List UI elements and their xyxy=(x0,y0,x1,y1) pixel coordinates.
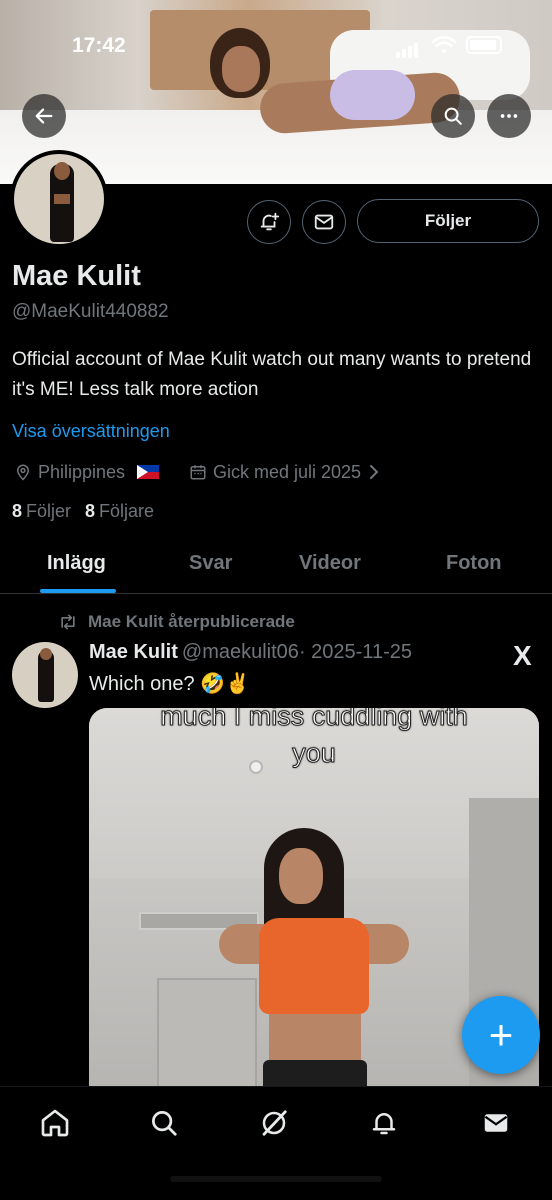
tab-videos[interactable]: Videor xyxy=(299,552,361,575)
repost-label: Mae Kulit återpublicerade xyxy=(88,612,295,631)
nav-search[interactable] xyxy=(144,1103,184,1143)
repost-indicator[interactable]: Mae Kulit återpublicerade xyxy=(58,612,295,632)
translate-link[interactable]: Visa översättningen xyxy=(12,421,170,442)
envelope-icon xyxy=(314,214,334,230)
following-label: Följer xyxy=(26,501,72,521)
nav-grok[interactable] xyxy=(254,1103,294,1143)
followers-count: 8 xyxy=(85,501,96,521)
notifications-icon xyxy=(372,1113,396,1135)
profile-name: Mae Kulit xyxy=(12,260,141,292)
message-button[interactable] xyxy=(302,200,346,244)
following-count-link[interactable]: 8 Följer xyxy=(12,501,71,522)
more-button[interactable] xyxy=(487,94,531,138)
nav-home[interactable] xyxy=(35,1103,75,1143)
battery-icon xyxy=(466,36,502,54)
status-time: 17:42 xyxy=(72,34,126,57)
video-caption: much I miss cuddling with you xyxy=(89,708,539,772)
post-author-avatar[interactable] xyxy=(12,642,78,708)
profile-handle: @MaeKulit440882 xyxy=(12,301,169,322)
post-header: Mae Kulit @maekulit06· 2025-11-25 xyxy=(89,641,412,664)
following-button[interactable]: Följer xyxy=(357,199,539,243)
chevron-right-icon xyxy=(370,465,379,479)
search-icon xyxy=(152,1111,177,1136)
messages-icon xyxy=(484,1114,508,1132)
post-author-handle[interactable]: @maekulit06 xyxy=(182,641,299,663)
video-subject xyxy=(219,828,409,1088)
following-count: 8 xyxy=(12,501,23,521)
profile-avatar[interactable] xyxy=(10,150,108,248)
nav-messages[interactable] xyxy=(476,1103,516,1143)
cellular-signal-icon xyxy=(396,40,420,58)
compose-button[interactable]: + xyxy=(462,996,540,1074)
grok-icon xyxy=(262,1110,287,1136)
bottom-nav xyxy=(0,1086,552,1200)
home-icon xyxy=(41,1109,69,1137)
profile-tabs: Inlägg Svar Videor Foton xyxy=(0,540,552,594)
calendar-icon xyxy=(190,465,206,480)
repost-icon xyxy=(61,614,75,630)
back-button[interactable] xyxy=(22,94,66,138)
arrow-left-icon xyxy=(35,108,53,124)
bell-plus-icon xyxy=(260,212,280,231)
follow-counts: 8 Följer 8 Följare xyxy=(12,501,154,522)
tab-replies[interactable]: Svar xyxy=(189,552,232,575)
search-icon xyxy=(444,107,462,125)
location-pin-icon xyxy=(16,464,30,481)
post-author-name[interactable]: Mae Kulit xyxy=(89,641,178,663)
tab-photos[interactable]: Foton xyxy=(446,552,502,575)
notify-button[interactable] xyxy=(247,200,291,244)
profile-location: Philippines xyxy=(14,460,160,484)
nav-notifications[interactable] xyxy=(364,1103,404,1143)
more-horizontal-icon xyxy=(500,114,518,118)
active-tab-indicator xyxy=(40,589,116,593)
status-bar: 17:42 xyxy=(0,30,552,64)
search-button[interactable] xyxy=(431,94,475,138)
video-caption-line-2: you xyxy=(292,738,337,769)
wifi-icon xyxy=(432,36,456,54)
post-date[interactable]: · 2025-11-25 xyxy=(299,641,412,663)
tab-posts[interactable]: Inlägg xyxy=(47,552,106,575)
philippines-flag-icon xyxy=(137,465,160,479)
post-text: Which one? 🤣✌️ xyxy=(89,673,250,695)
location-text: Philippines xyxy=(38,461,126,482)
video-caption-line-1: much I miss cuddling with xyxy=(160,708,469,732)
profile-bio: Official account of Mae Kulit watch out … xyxy=(12,349,532,400)
followers-count-link[interactable]: 8 Följare xyxy=(85,501,154,522)
home-indicator xyxy=(170,1176,382,1182)
joined-text: Gick med juli 2025 xyxy=(213,461,362,482)
followers-label: Följare xyxy=(99,501,155,521)
profile-joined[interactable]: Gick med juli 2025 xyxy=(189,460,381,484)
x-logo-icon: X xyxy=(513,640,532,671)
